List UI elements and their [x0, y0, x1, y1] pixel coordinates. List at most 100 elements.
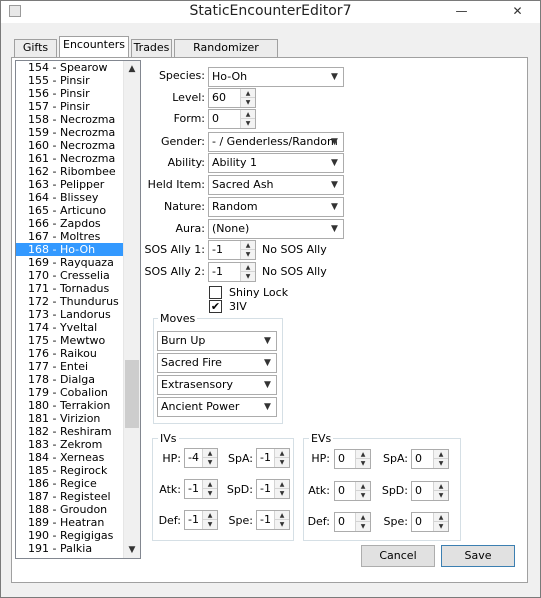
three-iv-checkbox[interactable]: ✔ — [209, 300, 222, 313]
iv-spd-spinner[interactable]: -1 ▲ ▼ — [256, 479, 290, 499]
list-item[interactable]: 162 - Ribombee — [16, 165, 124, 178]
list-item[interactable]: 175 - Mewtwo — [16, 334, 124, 347]
arrow-down-icon[interactable]: ▼ — [124, 542, 140, 558]
chevron-down-icon[interactable]: ▼ — [326, 133, 343, 151]
spin-down-icon[interactable]: ▼ — [203, 489, 217, 498]
held-item-combo[interactable]: Sacred Ash ▼ — [208, 175, 344, 195]
list-item[interactable]: 176 - Raikou — [16, 347, 124, 360]
list-item[interactable]: 180 - Terrakion — [16, 399, 124, 412]
list-item[interactable]: 169 - Rayquaza — [16, 256, 124, 269]
close-icon[interactable]: ✕ — [504, 1, 531, 21]
list-item[interactable]: 184 - Xerneas — [16, 451, 124, 464]
list-item[interactable]: 187 - Registeel — [16, 490, 124, 503]
list-item[interactable]: 155 - Pinsir — [16, 74, 124, 87]
list-item[interactable]: 179 - Cobalion — [16, 386, 124, 399]
level-spinner[interactable]: 60 ▲ ▼ — [208, 88, 256, 108]
spin-down-icon[interactable]: ▼ — [434, 491, 448, 500]
cancel-button[interactable]: Cancel — [361, 545, 435, 567]
spin-down-icon[interactable]: ▼ — [275, 458, 289, 467]
shiny-lock-checkbox[interactable] — [209, 286, 222, 299]
spin-down-icon[interactable]: ▼ — [241, 98, 255, 107]
spin-up-icon[interactable]: ▲ — [356, 482, 370, 491]
spin-down-icon[interactable]: ▼ — [434, 459, 448, 468]
spin-down-icon[interactable]: ▼ — [356, 491, 370, 500]
list-item[interactable]: 173 - Landorus — [16, 308, 124, 321]
list-item[interactable]: 191 - Palkia — [16, 542, 124, 555]
spin-up-icon[interactable]: ▲ — [434, 513, 448, 522]
list-item[interactable]: 186 - Regice — [16, 477, 124, 490]
ev-atk-spinner[interactable]: 0 ▲ ▼ — [334, 481, 371, 501]
ability-combo[interactable]: Ability 1 ▼ — [208, 153, 344, 173]
save-button[interactable]: Save — [441, 545, 515, 567]
list-item[interactable]: 181 - Virizion — [16, 412, 124, 425]
spin-down-icon[interactable]: ▼ — [356, 522, 370, 531]
iv-atk-spinner[interactable]: -1 ▲ ▼ — [184, 479, 218, 499]
list-item[interactable]: 167 - Moltres — [16, 230, 124, 243]
list-item[interactable]: 160 - Necrozma — [16, 139, 124, 152]
species-combo[interactable]: Ho-Oh ▼ — [208, 67, 344, 87]
spin-up-icon[interactable]: ▲ — [275, 480, 289, 489]
move-3-combo[interactable]: Extrasensory ▼ — [157, 375, 277, 395]
sos-ally-1-spinner[interactable]: -1 ▲ ▼ — [208, 240, 256, 260]
spin-down-icon[interactable]: ▼ — [203, 520, 217, 529]
spin-up-icon[interactable]: ▲ — [356, 450, 370, 459]
spin-up-icon[interactable]: ▲ — [241, 89, 255, 98]
spin-down-icon[interactable]: ▼ — [275, 520, 289, 529]
spin-down-icon[interactable]: ▼ — [356, 459, 370, 468]
spin-up-icon[interactable]: ▲ — [356, 513, 370, 522]
list-item[interactable]: 177 - Entei — [16, 360, 124, 373]
list-item[interactable]: 170 - Cresselia — [16, 269, 124, 282]
spin-up-icon[interactable]: ▲ — [241, 241, 255, 250]
list-item[interactable]: 157 - Pinsir — [16, 100, 124, 113]
ev-def-spinner[interactable]: 0 ▲ ▼ — [334, 512, 371, 532]
spin-up-icon[interactable]: ▲ — [241, 263, 255, 272]
list-item[interactable]: 165 - Articuno — [16, 204, 124, 217]
list-item[interactable]: 190 - Regigigas — [16, 529, 124, 542]
ev-hp-spinner[interactable]: 0 ▲ ▼ — [334, 449, 371, 469]
spin-down-icon[interactable]: ▼ — [203, 458, 217, 467]
list-item[interactable]: 178 - Dialga — [16, 373, 124, 386]
tab-trades[interactable]: Trades — [131, 39, 172, 57]
gender-combo[interactable]: - / Genderless/Random ▼ — [208, 132, 344, 152]
list-item[interactable]: 185 - Regirock — [16, 464, 124, 477]
ev-spe-spinner[interactable]: 0 ▲ ▼ — [411, 512, 449, 532]
spin-up-icon[interactable]: ▲ — [241, 110, 255, 119]
chevron-down-icon[interactable]: ▼ — [326, 68, 343, 86]
form-spinner[interactable]: 0 ▲ ▼ — [208, 109, 256, 129]
spin-down-icon[interactable]: ▼ — [434, 522, 448, 531]
ev-spa-spinner[interactable]: 0 ▲ ▼ — [411, 449, 449, 469]
sos-ally-2-spinner[interactable]: -1 ▲ ▼ — [208, 262, 256, 282]
spin-down-icon[interactable]: ▼ — [241, 272, 255, 281]
list-scrollbar[interactable]: ▲ ▼ — [123, 61, 140, 558]
tab-encounters[interactable]: Encounters — [59, 36, 129, 57]
iv-spe-spinner[interactable]: -1 ▲ ▼ — [256, 510, 290, 530]
aura-combo[interactable]: (None) ▼ — [208, 219, 344, 239]
list-item[interactable]: 159 - Necrozma — [16, 126, 124, 139]
three-iv-label[interactable]: 3IV — [229, 300, 247, 313]
spin-down-icon[interactable]: ▼ — [241, 119, 255, 128]
list-item[interactable]: 174 - Yveltal — [16, 321, 124, 334]
list-item[interactable]: 182 - Reshiram — [16, 425, 124, 438]
spin-down-icon[interactable]: ▼ — [275, 489, 289, 498]
arrow-up-icon[interactable]: ▲ — [124, 61, 140, 77]
tab-gifts[interactable]: Gifts — [14, 39, 57, 57]
chevron-down-icon[interactable]: ▼ — [259, 398, 276, 416]
move-2-combo[interactable]: Sacred Fire ▼ — [157, 353, 277, 373]
spin-up-icon[interactable]: ▲ — [203, 480, 217, 489]
chevron-down-icon[interactable]: ▼ — [259, 354, 276, 372]
move-4-combo[interactable]: Ancient Power ▼ — [157, 397, 277, 417]
spin-up-icon[interactable]: ▲ — [275, 449, 289, 458]
list-item[interactable]: 161 - Necrozma — [16, 152, 124, 165]
chevron-down-icon[interactable]: ▼ — [326, 176, 343, 194]
chevron-down-icon[interactable]: ▼ — [259, 376, 276, 394]
spin-up-icon[interactable]: ▲ — [275, 511, 289, 520]
spin-up-icon[interactable]: ▲ — [203, 511, 217, 520]
minimize-icon[interactable]: — — [448, 1, 475, 21]
list-item[interactable]: 154 - Spearow — [16, 61, 124, 74]
list-item[interactable]: 164 - Blissey — [16, 191, 124, 204]
list-item-selected[interactable]: 168 - Ho-Oh — [16, 243, 124, 256]
encounter-list[interactable]: 154 - Spearow 155 - Pinsir 156 - Pinsir 157… — [15, 60, 141, 559]
iv-def-spinner[interactable]: -1 ▲ ▼ — [184, 510, 218, 530]
list-item[interactable]: 189 - Heatran — [16, 516, 124, 529]
tab-randomizer-options[interactable]: Randomizer Options — [174, 39, 278, 70]
